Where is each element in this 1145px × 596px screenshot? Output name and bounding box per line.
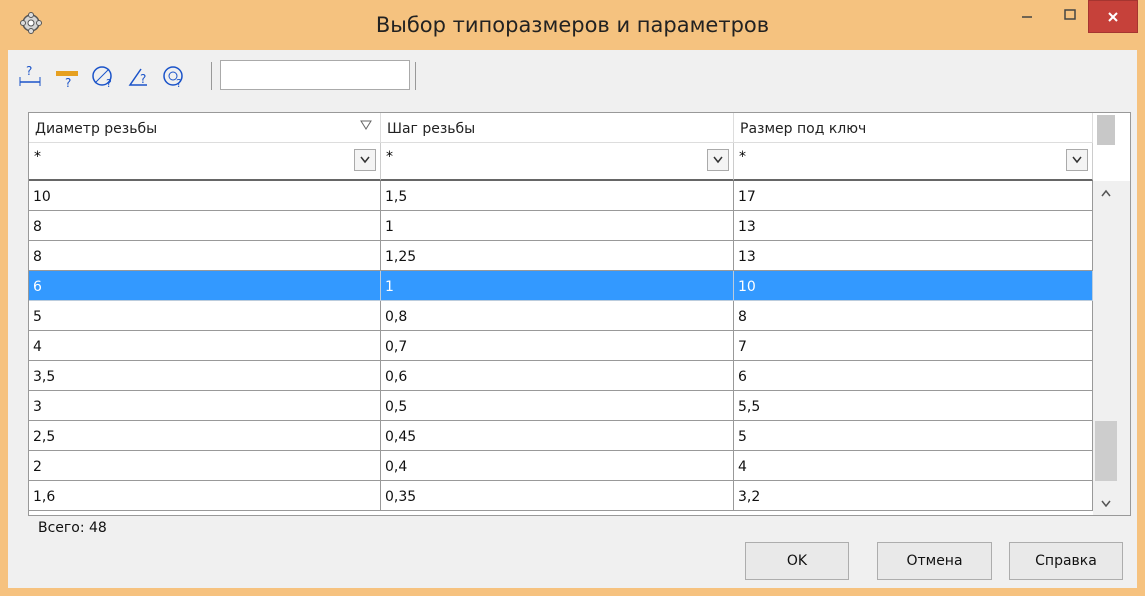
chevron-down-icon xyxy=(1072,156,1082,164)
table-row[interactable]: 3 0,5 5,5 xyxy=(29,391,1093,421)
table-cell[interactable]: 2,5 xyxy=(29,421,381,451)
table-row[interactable]: 10 1,5 17 xyxy=(29,181,1093,211)
table-cell[interactable]: 1,6 xyxy=(29,481,381,511)
minimize-button[interactable] xyxy=(1004,0,1050,30)
column-header-wrench-size[interactable]: Размер под ключ xyxy=(734,113,1093,143)
parameters-table: Диаметр резьбы Шаг резьбы Размер под клю… xyxy=(28,112,1131,516)
table-cell[interactable]: 1,5 xyxy=(381,181,734,211)
dimension-query-icon[interactable]: ? xyxy=(16,62,44,90)
table-cell[interactable]: 3,2 xyxy=(734,481,1093,511)
minimize-icon xyxy=(1022,16,1032,18)
table-row[interactable]: 2 0,4 4 xyxy=(29,451,1093,481)
scroll-up-icon[interactable] xyxy=(1099,187,1113,199)
table-cell[interactable]: 0,7 xyxy=(381,331,734,361)
dialog-window: Выбор типоразмеров и параметров ? ? ? ? xyxy=(0,0,1145,596)
filter-dropdown-button[interactable] xyxy=(1066,149,1088,171)
table-cell[interactable]: 7 xyxy=(734,331,1093,361)
table-row[interactable]: 4 0,7 7 xyxy=(29,331,1093,361)
table-cell[interactable]: 17 xyxy=(734,181,1093,211)
filter-cell-thread-diameter[interactable]: * xyxy=(29,143,381,181)
svg-text:?: ? xyxy=(140,72,146,86)
dialog-client-area: ? ? ? ? ? Диаметр резьбы Шаг резьбы Разм… xyxy=(8,50,1137,588)
filter-value: * xyxy=(34,149,41,165)
filter-cell-thread-pitch[interactable]: * xyxy=(381,143,734,181)
filter-value: * xyxy=(739,149,746,165)
maximize-icon xyxy=(1064,9,1076,20)
svg-text:?: ? xyxy=(65,76,71,89)
sort-filter-icon[interactable] xyxy=(360,119,372,135)
cancel-button[interactable]: Отмена xyxy=(877,542,992,580)
close-icon xyxy=(1108,11,1118,22)
table-cell[interactable]: 1 xyxy=(381,211,734,241)
table-cell[interactable]: 2 xyxy=(29,451,381,481)
ruler-query-icon[interactable]: ? xyxy=(53,62,81,90)
radius-query-icon[interactable]: ? xyxy=(160,62,188,90)
column-header-label: Диаметр резьбы xyxy=(35,121,158,137)
svg-text:?: ? xyxy=(26,64,32,78)
table-cell[interactable]: 0,35 xyxy=(381,481,734,511)
toolbar-separator xyxy=(211,62,212,90)
table-cell[interactable]: 10 xyxy=(734,271,1093,301)
window-title: Выбор типоразмеров и параметров xyxy=(375,13,770,37)
scrollbar-thumb[interactable] xyxy=(1095,421,1117,481)
scrollbar-corner xyxy=(1093,113,1130,181)
table-row[interactable]: 1,6 0,35 3,2 xyxy=(29,481,1093,511)
vertical-scrollbar[interactable] xyxy=(1093,181,1130,515)
table-row[interactable]: 8 1,25 13 xyxy=(29,241,1093,271)
column-header-thread-diameter[interactable]: Диаметр резьбы xyxy=(29,113,381,143)
table-cell[interactable]: 13 xyxy=(734,211,1093,241)
toolbar: ? ? ? ? ? xyxy=(8,50,1137,98)
help-button[interactable]: Справка xyxy=(1009,542,1123,580)
table-cell[interactable]: 4 xyxy=(29,331,381,361)
filter-dropdown-button[interactable] xyxy=(707,149,729,171)
table-cell[interactable]: 13 xyxy=(734,241,1093,271)
total-count-label: Всего: 48 xyxy=(38,520,107,536)
table-cell[interactable]: 6 xyxy=(734,361,1093,391)
scrollbar-header-block xyxy=(1097,115,1115,145)
table-cell[interactable]: 6 xyxy=(29,271,381,301)
close-button[interactable] xyxy=(1088,0,1138,33)
table-cell[interactable]: 0,45 xyxy=(381,421,734,451)
filter-value: * xyxy=(386,149,393,165)
table-row[interactable]: 5 0,8 8 xyxy=(29,301,1093,331)
search-input[interactable] xyxy=(220,60,410,90)
table-row[interactable]: 2,5 0,45 5 xyxy=(29,421,1093,451)
chevron-down-icon xyxy=(713,156,723,164)
table-row[interactable]: 6 1 10 xyxy=(29,271,1093,301)
diameter-query-icon[interactable]: ? xyxy=(90,62,118,90)
table-cell[interactable]: 0,8 xyxy=(381,301,734,331)
filter-cell-wrench-size[interactable]: * xyxy=(734,143,1093,181)
column-header-label: Размер под ключ xyxy=(740,121,867,137)
maximize-button[interactable] xyxy=(1047,0,1093,30)
column-header-thread-pitch[interactable]: Шаг резьбы xyxy=(381,113,734,143)
table-cell[interactable]: 4 xyxy=(734,451,1093,481)
chevron-down-icon xyxy=(360,156,370,164)
table-cell[interactable]: 5,5 xyxy=(734,391,1093,421)
svg-text:?: ? xyxy=(106,77,112,89)
scroll-down-icon[interactable] xyxy=(1099,497,1113,509)
column-header-label: Шаг резьбы xyxy=(387,121,476,137)
table-cell[interactable]: 0,6 xyxy=(381,361,734,391)
title-bar[interactable]: Выбор типоразмеров и параметров xyxy=(0,0,1145,50)
svg-text:?: ? xyxy=(176,77,182,89)
table-cell[interactable]: 1,25 xyxy=(381,241,734,271)
ok-button[interactable]: OK xyxy=(745,542,849,580)
table-cell[interactable]: 10 xyxy=(29,181,381,211)
table-row[interactable]: 8 1 13 xyxy=(29,211,1093,241)
table-cell[interactable]: 1 xyxy=(381,271,734,301)
table-cell[interactable]: 5 xyxy=(29,301,381,331)
table-cell[interactable]: 3,5 xyxy=(29,361,381,391)
table-cell[interactable]: 8 xyxy=(29,211,381,241)
table-cell[interactable]: 0,5 xyxy=(381,391,734,421)
angle-query-icon[interactable]: ? xyxy=(126,62,154,90)
table-cell[interactable]: 8 xyxy=(29,241,381,271)
table-cell[interactable]: 5 xyxy=(734,421,1093,451)
toolbar-separator xyxy=(415,62,416,90)
table-cell[interactable]: 8 xyxy=(734,301,1093,331)
table-row[interactable]: 3,5 0,6 6 xyxy=(29,361,1093,391)
table-cell[interactable]: 3 xyxy=(29,391,381,421)
table-cell[interactable]: 0,4 xyxy=(381,451,734,481)
filter-dropdown-button[interactable] xyxy=(354,149,376,171)
